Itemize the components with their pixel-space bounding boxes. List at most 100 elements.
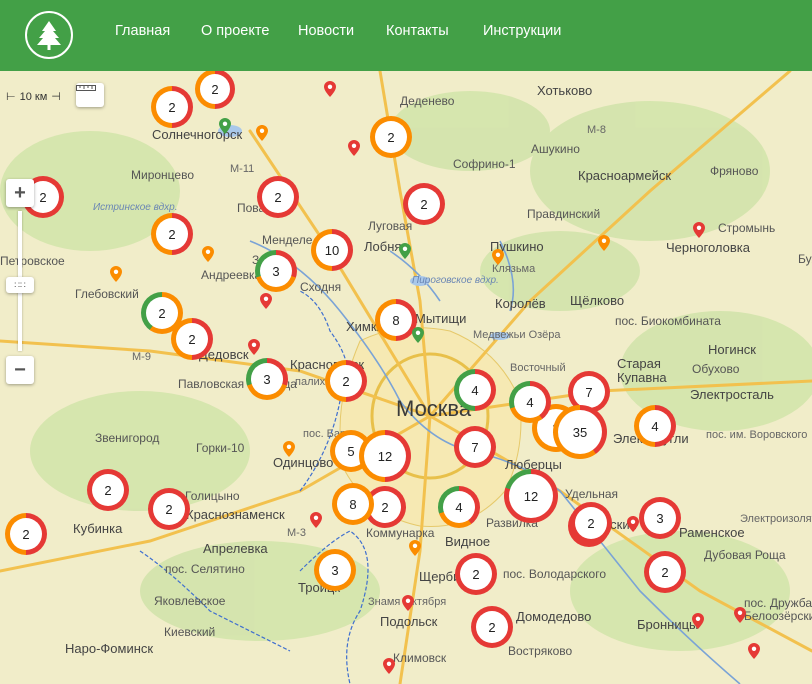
map-pin-icon[interactable] xyxy=(399,243,411,259)
cluster-count: 4 xyxy=(459,374,491,406)
marker-cluster[interactable]: 2 xyxy=(87,469,129,511)
marker-cluster[interactable]: 2 xyxy=(455,553,497,595)
marker-cluster[interactable]: 7 xyxy=(454,426,496,468)
map-pin-icon[interactable] xyxy=(202,246,214,262)
place-label: Электросталь xyxy=(690,387,774,402)
marker-cluster[interactable]: 3 xyxy=(246,358,288,400)
nav-news[interactable]: Новости xyxy=(298,23,354,39)
cluster-count: 35 xyxy=(558,410,602,454)
map-pin-icon[interactable] xyxy=(734,607,746,623)
scale-bar: ⊢ 10 км ⊣ xyxy=(6,91,61,103)
place-label: Звенигород xyxy=(95,431,160,445)
marker-cluster[interactable]: 2 xyxy=(171,318,213,360)
place-label: пос. им. Воровского xyxy=(706,429,808,441)
marker-cluster[interactable]: 3 xyxy=(314,549,356,591)
place-label: Обухово xyxy=(692,362,740,376)
zoom-slider-handle[interactable]: ∷∷ xyxy=(6,277,34,293)
marker-cluster[interactable]: 4 xyxy=(438,486,480,528)
map-pin-icon[interactable] xyxy=(402,595,414,611)
nav-contacts[interactable]: Контакты xyxy=(386,23,449,39)
nav-home[interactable]: Главная xyxy=(115,23,170,39)
nav-instructions[interactable]: Инструкции xyxy=(483,23,561,39)
zoom-in-button[interactable]: + xyxy=(6,179,34,207)
marker-cluster[interactable]: 3 xyxy=(639,497,681,539)
place-label: Сходня xyxy=(300,280,342,294)
cluster-count: 4 xyxy=(514,386,546,418)
map-pin-icon[interactable] xyxy=(627,516,639,532)
marker-cluster[interactable]: 10 xyxy=(311,229,353,271)
place-label: пос. Селятино xyxy=(165,562,245,576)
marker-cluster[interactable]: 2 xyxy=(644,551,686,593)
marker-cluster[interactable]: 35 xyxy=(553,405,607,459)
map-pin-icon[interactable] xyxy=(412,327,424,343)
marker-cluster[interactable]: 2 xyxy=(570,502,612,544)
cluster-count: 2 xyxy=(575,507,607,539)
place-label: Ногинск xyxy=(708,342,756,357)
marker-cluster[interactable]: 2 xyxy=(325,360,367,402)
map-pin-icon[interactable] xyxy=(310,512,322,528)
place-label: М-8 xyxy=(587,124,606,136)
place-label: Лобня xyxy=(364,239,402,254)
map-pin-icon[interactable] xyxy=(693,222,705,238)
map-pin-icon[interactable] xyxy=(283,441,295,457)
zoom-out-button[interactable]: − xyxy=(6,356,34,384)
map-pin-icon[interactable] xyxy=(409,540,421,556)
map-pin-icon[interactable] xyxy=(324,81,336,97)
marker-cluster[interactable]: 2 xyxy=(370,116,412,158)
map-pin-icon[interactable] xyxy=(256,125,268,141)
marker-cluster[interactable]: 12 xyxy=(504,469,558,523)
cluster-count: 12 xyxy=(364,435,406,477)
place-label: Миронцево xyxy=(131,168,194,182)
cluster-count: 8 xyxy=(380,304,412,336)
place-label: Деденево xyxy=(400,94,455,108)
marker-cluster[interactable]: 3 xyxy=(255,250,297,292)
marker-cluster[interactable]: 2 xyxy=(151,86,193,128)
place-label: Бужв xyxy=(798,252,812,266)
marker-cluster[interactable]: 4 xyxy=(634,405,676,447)
logo-tree-icon[interactable] xyxy=(25,11,73,59)
map-canvas[interactable]: Хотьково Деденево М-8 Солнечногорск Ашук… xyxy=(0,71,812,684)
place-label: Удельная xyxy=(565,487,619,501)
marker-cluster[interactable]: 2 xyxy=(5,513,47,555)
place-label: Фряново xyxy=(710,164,759,178)
marker-cluster[interactable]: 4 xyxy=(454,369,496,411)
map-pin-icon[interactable] xyxy=(383,658,395,674)
place-label: Медвежьи Озёра xyxy=(473,329,561,341)
marker-cluster[interactable]: 2 xyxy=(257,176,299,218)
place-label: Кубинка xyxy=(73,521,123,536)
map-pin-icon[interactable] xyxy=(110,266,122,282)
marker-cluster[interactable]: 2 xyxy=(148,488,190,530)
map-pin-icon[interactable] xyxy=(219,118,231,134)
marker-cluster[interactable]: 8 xyxy=(375,299,417,341)
place-label: Глебовский xyxy=(75,287,139,301)
marker-cluster[interactable]: 4 xyxy=(509,381,551,423)
map-pin-icon[interactable] xyxy=(248,339,260,355)
map-pin-icon[interactable] xyxy=(692,613,704,629)
map-pin-icon[interactable] xyxy=(260,293,272,309)
place-label: Хотьково xyxy=(537,83,593,98)
place-label: Софрино-1 xyxy=(453,157,516,171)
place-label: Королёв xyxy=(495,296,546,311)
place-label: Голицыно xyxy=(185,489,240,503)
marker-cluster[interactable]: 12 xyxy=(359,430,411,482)
map-pin-icon[interactable] xyxy=(598,235,610,251)
cluster-count: 2 xyxy=(10,518,42,550)
place-label: Мытищи xyxy=(415,311,467,326)
marker-cluster[interactable]: 2 xyxy=(151,213,193,255)
map-pin-icon[interactable] xyxy=(492,249,504,265)
map-pin-icon[interactable] xyxy=(748,643,760,659)
cluster-count: 2 xyxy=(156,218,188,250)
marker-cluster[interactable]: 2 xyxy=(471,606,513,648)
cluster-count: 2 xyxy=(153,493,185,525)
ruler-icon[interactable] xyxy=(76,83,104,107)
cluster-count: 8 xyxy=(337,488,369,520)
place-label: Коммунарка xyxy=(366,526,435,540)
place-label: Дубовая Роща xyxy=(704,548,786,562)
map-pin-icon[interactable] xyxy=(348,140,360,156)
nav-about[interactable]: О проекте xyxy=(201,23,269,39)
marker-cluster[interactable]: 2 xyxy=(403,183,445,225)
cluster-count: 12 xyxy=(509,474,553,518)
cluster-count: 2 xyxy=(200,74,230,104)
place-label: Стромынь xyxy=(718,221,776,235)
marker-cluster[interactable]: 8 xyxy=(332,483,374,525)
